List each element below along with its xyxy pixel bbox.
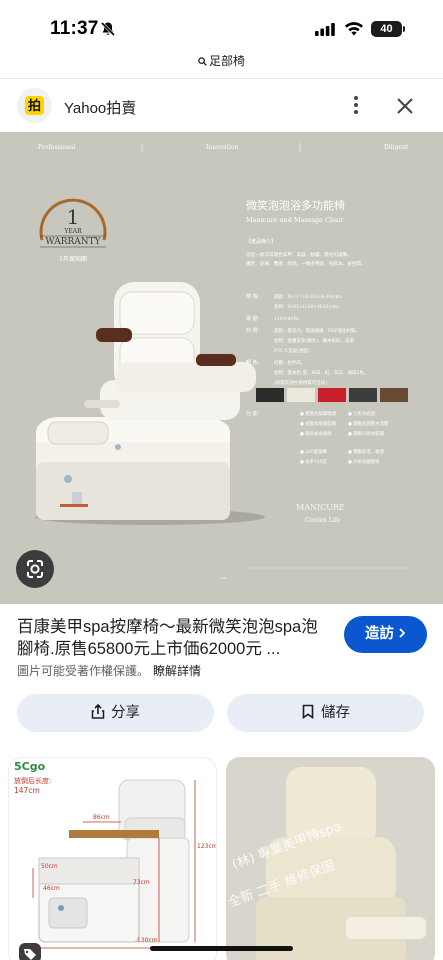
ad-footer-brand: MANICURE: [296, 503, 345, 512]
ad-function-item: ● 七彩水底燈: [348, 410, 376, 417]
close-icon[interactable]: [395, 96, 415, 116]
ad-intro-line-1: 這是一款非常適合美甲、美容、紋繡、睫毛的設備，: [246, 251, 352, 258]
learn-more-link[interactable]: 瞭解詳情: [153, 664, 201, 678]
share-button[interactable]: 分享: [17, 694, 214, 732]
cellular-signal-icon: [315, 23, 335, 36]
lens-icon: [27, 560, 43, 578]
ad-function-item: ● 按壓式排廢開關: [300, 420, 337, 427]
save-button[interactable]: 儲存: [227, 694, 424, 732]
url-bar[interactable]: 足部椅: [0, 52, 443, 74]
ad-spec-material-1: 座鋁：壓克力、玻璃纖維、FRP強化材質。: [274, 327, 360, 334]
url-text: 足部椅: [208, 54, 245, 68]
home-indicator[interactable]: [150, 946, 293, 951]
ad-spec-material-3: PVC人造皮(選配): [274, 347, 310, 354]
source-header: 拍 Yahoo拍賣: [0, 84, 443, 128]
ad-function-item: ● 無管式按摩噴頭: [300, 410, 337, 417]
ad-spec-voltage: 110V(80W): [274, 315, 300, 322]
more-vert-icon[interactable]: [349, 94, 363, 116]
chevron-right-icon: [399, 628, 406, 638]
product-image[interactable]: Professional Innovation Diligent 1 YEAR …: [0, 132, 443, 604]
product-ad-graphic: Professional Innovation Diligent 1 YEAR …: [0, 132, 443, 604]
warranty-label: WARRANTY: [45, 237, 101, 247]
source-logo[interactable]: 拍: [17, 88, 52, 123]
ad-subtitle: Manicure and Massage Chair: [246, 216, 344, 224]
save-label: 儲存: [321, 705, 350, 721]
color-swatch: [349, 388, 377, 402]
color-swatches: [256, 388, 408, 402]
ad-functions-label: 功 能：: [246, 410, 263, 417]
ad-spec-label-size: 規 格：: [246, 293, 263, 300]
tag-icon[interactable]: [19, 943, 41, 960]
copyright-text: 圖片可能受著作權保護。: [17, 664, 150, 678]
wifi-icon: [345, 22, 363, 36]
status-time: 11:37: [50, 18, 99, 39]
thumb-1-length-label: 放倒后长度:: [14, 776, 51, 785]
ad-spec-size-2: 座椅：W:85×D:60×H:93(cm): [274, 303, 339, 310]
ad-spec-label-color: 顏 色：: [246, 359, 263, 366]
source-name[interactable]: Yahoo拍賣: [64, 97, 136, 118]
color-swatch: [318, 388, 346, 402]
ad-function-item: ● 鋼製冷熱水開關: [348, 430, 385, 437]
color-swatch: [256, 388, 284, 402]
ad-nav-diligent: Diligent: [384, 144, 409, 151]
ad-nav-innovation: Innovation: [206, 144, 239, 151]
ad-function-item: ● 360度旋轉: [300, 448, 327, 455]
search-icon: [198, 57, 207, 66]
color-swatch: [380, 388, 408, 402]
bookmark-icon: [302, 704, 314, 720]
ad-function-item: ● 鏡壓式調整水流閥: [348, 420, 389, 427]
thumb-1-dim-width: 86cm: [93, 814, 110, 821]
copyright-notice: 圖片可能受著作權保護。 瞭解詳情: [17, 662, 201, 679]
ad-spec-size-1: 座鋁：W:117×D:65×H:49(cm): [274, 293, 342, 300]
warranty-year: YEAR: [63, 228, 82, 235]
ad-spec-color-1: 紅體：拉伸白。: [274, 359, 306, 366]
thumb-1-dim-depth: 50cm: [41, 863, 58, 870]
color-swatch: [287, 388, 315, 402]
warranty-caption: 1年保固期: [59, 255, 87, 263]
ad-title: 微笑泡泡浴多功能椅: [246, 198, 345, 212]
thumb-1-dim-seat: 73cm: [133, 879, 150, 886]
battery-indicator: 40: [371, 21, 402, 37]
thumb-1-dim-height: 123cm: [197, 843, 217, 850]
visit-button[interactable]: 造訪: [344, 616, 427, 653]
top-divider: [0, 78, 443, 79]
ad-spec-color-2: 座椅：基本色-黑、米白、紅、灰灰、咖啡5色。: [274, 369, 368, 376]
ad-function-item: ● 電動前進、後退: [348, 448, 385, 455]
ad-spec-color-3: (如需其他色系材質可洽詢): [274, 379, 327, 386]
ad-spec-material-2: 座椅：金屬支架(鐵毛)、鐵木布料、皮革、: [274, 337, 359, 344]
related-image-1[interactable]: 5Cgo 放倒后长度: 147cm 86cm 123cm 73cm 50cm 4…: [8, 757, 217, 960]
share-icon: [91, 703, 105, 719]
ad-spec-label-material: 材 質：: [246, 327, 263, 334]
related-image-2[interactable]: (林) 專業美甲特spa 全新 二手 維修保固: [226, 757, 435, 960]
battery-cap: [403, 26, 405, 32]
google-lens-button[interactable]: [16, 550, 54, 588]
ad-section-label: 【產品簡介】: [246, 238, 276, 245]
result-title[interactable]: 百康美甲spa按摩椅～最新微笑泡泡spa泡腳椅.原售65800元上市価62000…: [17, 616, 329, 660]
status-bar: 11:37 40: [0, 0, 443, 54]
ad-intro-line-2: 穩定、舒適、豐感、耐適，一機多用途，省成本、省空間。: [246, 260, 365, 267]
thumb-1-dim-length: 130cm: [137, 937, 158, 944]
ad-function-item: ● 扶手180度: [300, 458, 327, 465]
ad-footer-sub: Conten Life: [305, 517, 341, 524]
thumb-1-brand: 5Cgo: [14, 760, 46, 773]
thumb-1-length-value: 147cm: [14, 786, 40, 795]
bell-off-icon: [100, 21, 116, 37]
ad-function-item: ● 外掛式腳墊架: [348, 458, 380, 465]
share-label: 分享: [111, 705, 140, 721]
thumb-2-graphic: (林) 專業美甲特spa 全新 二手 維修保固: [226, 757, 435, 960]
thumb-1-graphic: 5Cgo 放倒后长度: 147cm 86cm 123cm 73cm 50cm 4…: [14, 760, 217, 949]
yahoo-auction-logo: 拍: [25, 96, 44, 115]
ad-nav-professional: Professional: [38, 144, 75, 151]
visit-label: 造訪: [365, 626, 394, 642]
thumb-1-dim-basin: 46cm: [43, 885, 60, 892]
ad-spec-label-voltage: 電 壓：: [246, 316, 263, 322]
ad-function-item: ● 兩段式水龍頭: [300, 430, 332, 437]
warranty-number: 1: [67, 205, 80, 229]
